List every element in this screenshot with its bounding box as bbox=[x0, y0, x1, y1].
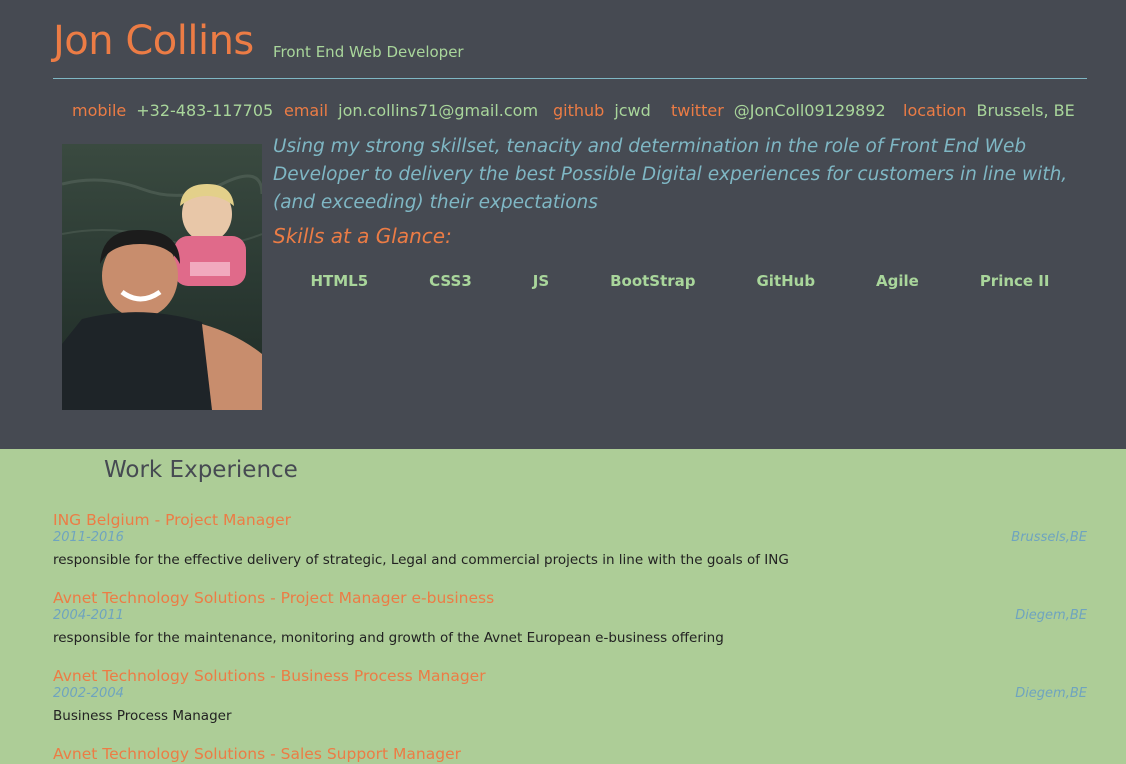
work-experience-heading: Work Experience bbox=[104, 457, 298, 483]
job-location: Diegem,BE bbox=[1015, 686, 1087, 701]
job-entry: Avnet Technology Solutions - Project Man… bbox=[53, 588, 1087, 646]
job-meta: 2004-2011 Diegem,BE bbox=[53, 608, 1087, 626]
job-location: Brussels,BE bbox=[1011, 530, 1087, 545]
contact-email[interactable]: email jon.collins71@gmail.com bbox=[284, 101, 538, 120]
contact-label: mobile bbox=[72, 101, 127, 120]
job-title: Avnet Technology Solutions - Business Pr… bbox=[53, 667, 486, 685]
contact-twitter[interactable]: twitter @JonColl09129892 bbox=[671, 101, 886, 120]
job-entry: Avnet Technology Solutions - Business Pr… bbox=[53, 666, 1087, 724]
job-location: Diegem,BE bbox=[1015, 608, 1087, 623]
job-description: Business Process Manager bbox=[53, 708, 232, 724]
contact-location: location Brussels, BE bbox=[903, 101, 1075, 120]
job-dates: 2011-2016 bbox=[53, 530, 124, 545]
skill-item: Prince II bbox=[979, 272, 1050, 290]
contact-value[interactable]: @JonColl09129892 bbox=[734, 101, 886, 120]
job-title: ING Belgium - Project Manager bbox=[53, 511, 291, 529]
job-dates: 2004-2011 bbox=[53, 608, 124, 623]
job-dates: 2002-2004 bbox=[53, 686, 124, 701]
profile-photo-illustration bbox=[62, 144, 262, 410]
job-description: responsible for the maintenance, monitor… bbox=[53, 630, 724, 646]
skills-list: HTML5 CSS3 JS BootStrap GitHub Agile Pri… bbox=[280, 272, 1080, 290]
skill-item: Agile bbox=[876, 272, 919, 290]
skills-heading: Skills at a Glance: bbox=[273, 224, 452, 248]
skill-item: HTML5 bbox=[310, 272, 369, 290]
skill-item: CSS3 bbox=[429, 272, 472, 290]
contact-value: Brussels, BE bbox=[976, 101, 1075, 120]
job-entry: Avnet Technology Solutions - Sales Suppo… bbox=[53, 744, 1087, 764]
skill-item: BootStrap bbox=[610, 272, 696, 290]
contact-mobile: mobile +32-483-117705 bbox=[72, 101, 273, 120]
contact-value: +32-483-117705 bbox=[136, 101, 274, 120]
header-divider bbox=[53, 78, 1087, 79]
job-title: Avnet Technology Solutions - Sales Suppo… bbox=[53, 745, 461, 763]
contact-value[interactable]: jcwd bbox=[614, 101, 650, 120]
job-title: Avnet Technology Solutions - Project Man… bbox=[53, 589, 495, 607]
skill-item: JS bbox=[532, 272, 550, 290]
contact-label: twitter bbox=[671, 101, 724, 120]
contact-label: github bbox=[553, 101, 605, 120]
job-meta: 2002-2004 Diegem,BE bbox=[53, 686, 1087, 704]
profile-photo bbox=[62, 144, 262, 410]
contact-value[interactable]: jon.collins71@gmail.com bbox=[338, 101, 538, 120]
contact-label: location bbox=[903, 101, 967, 120]
job-entry: ING Belgium - Project Manager 2011-2016 … bbox=[53, 510, 1087, 568]
job-description: responsible for the effective delivery o… bbox=[53, 552, 789, 568]
job-role-subtitle: Front End Web Developer bbox=[273, 43, 464, 61]
contact-github[interactable]: github jcwd bbox=[553, 101, 651, 120]
skill-item: GitHub bbox=[756, 272, 816, 290]
job-meta: 2011-2016 Brussels,BE bbox=[53, 530, 1087, 548]
intro-statement: Using my strong skillset, tenacity and d… bbox=[273, 136, 1068, 213]
contact-label: email bbox=[284, 101, 329, 120]
page-title: Jon Collins bbox=[53, 18, 254, 64]
